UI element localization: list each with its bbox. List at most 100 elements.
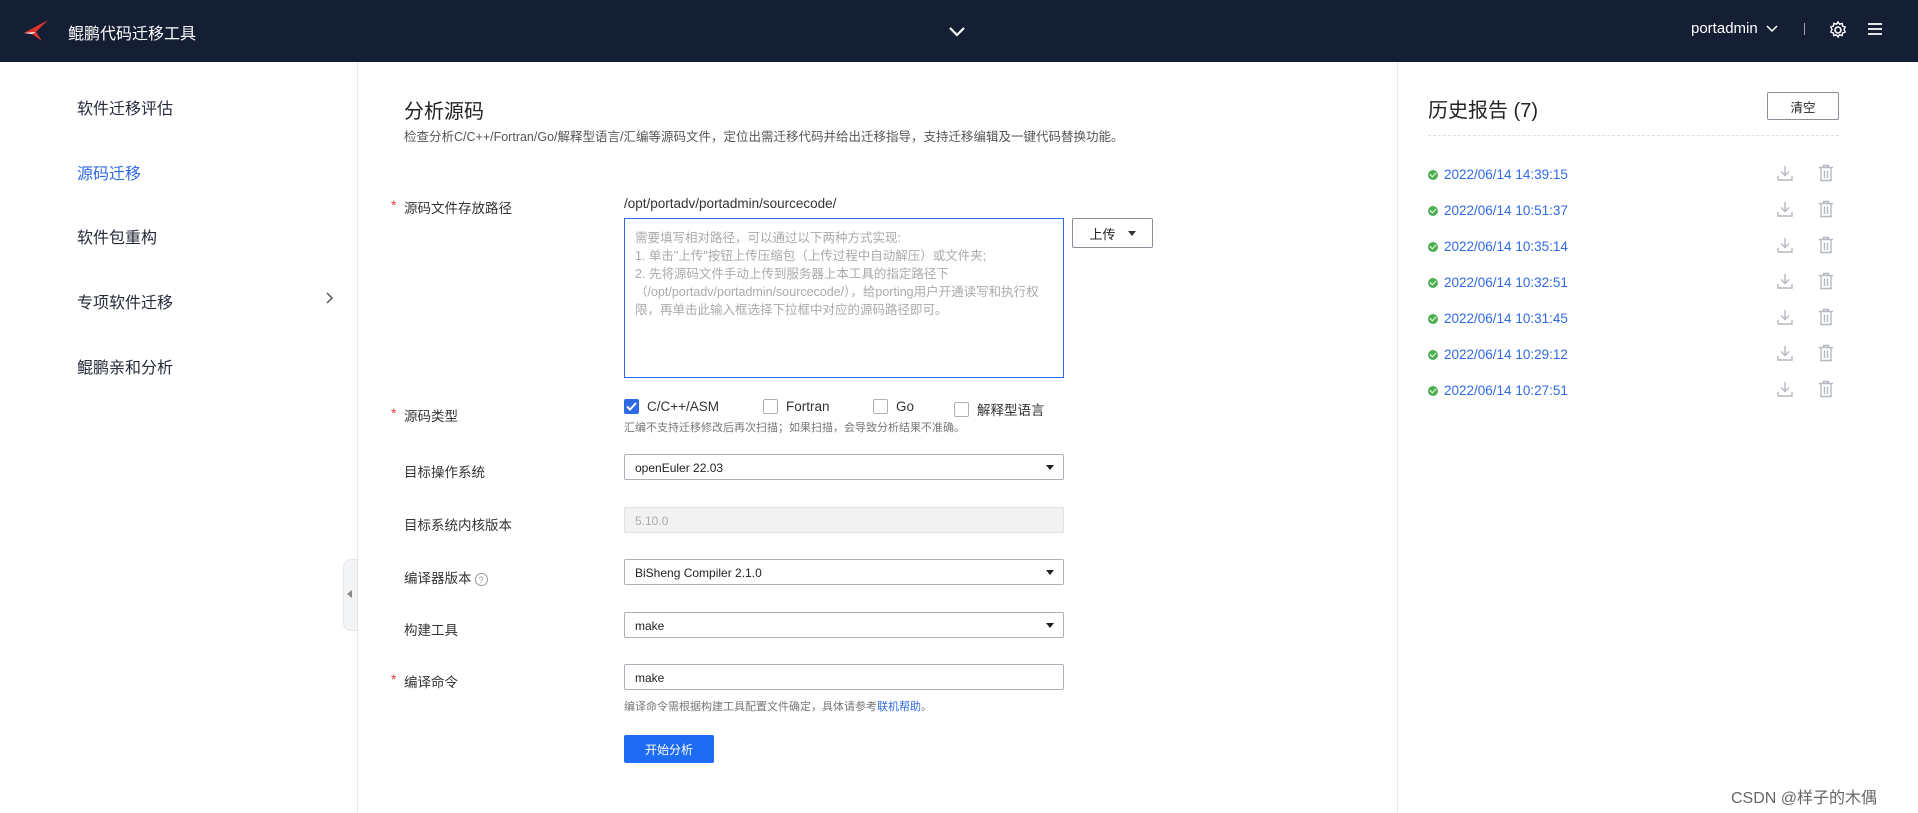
download-icon[interactable] xyxy=(1776,308,1794,326)
report-row: 2022/06/14 10:31:45 xyxy=(1428,308,1839,329)
compiler-value: BiSheng Compiler 2.1.0 xyxy=(635,566,762,580)
report-row: 2022/06/14 10:35:14 xyxy=(1428,236,1839,257)
success-icon xyxy=(1428,206,1438,216)
gear-icon[interactable] xyxy=(1829,21,1847,39)
source-type-label: 源码类型 xyxy=(404,409,458,424)
kunpeng-logo-icon xyxy=(24,20,48,41)
build-tool-label: 构建工具 xyxy=(404,623,458,638)
report-link[interactable]: 2022/06/14 10:35:14 xyxy=(1444,239,1568,254)
target-os-select[interactable]: openEuler 22.03 xyxy=(624,454,1064,480)
clear-history-button[interactable]: 清空 xyxy=(1767,92,1839,120)
help-question-icon[interactable]: ? xyxy=(474,572,488,586)
target-os-value: openEuler 22.03 xyxy=(635,461,724,475)
success-icon xyxy=(1428,350,1438,360)
app-title: 鲲鹏代码迁移工具 xyxy=(68,26,197,43)
report-link[interactable]: 2022/06/14 10:51:37 xyxy=(1444,203,1568,218)
delete-icon[interactable] xyxy=(1818,236,1834,254)
username: portadmin xyxy=(1691,20,1758,37)
success-icon xyxy=(1428,314,1438,324)
report-link[interactable]: 2022/06/14 10:31:45 xyxy=(1444,311,1568,326)
page-title: 分析源码 xyxy=(404,101,484,123)
checkbox-icon xyxy=(873,399,888,414)
checkbox-go[interactable]: Go xyxy=(873,399,914,414)
download-icon[interactable] xyxy=(1776,236,1794,254)
report-link[interactable]: 2022/06/14 10:27:51 xyxy=(1444,383,1568,398)
sidebar: 软件迁移评估 源码迁移 软件包重构 专项软件迁移 鲲鹏亲和分析 xyxy=(0,62,358,813)
chevron-down-icon xyxy=(1766,24,1778,32)
checkbox-interpreted[interactable]: 解释型语言 xyxy=(954,399,1045,419)
delete-icon[interactable] xyxy=(1818,344,1834,362)
checkbox-label: Fortran xyxy=(786,399,830,414)
delete-icon[interactable] xyxy=(1818,272,1834,290)
divider xyxy=(1428,135,1839,136)
report-row: 2022/06/14 10:27:51 xyxy=(1428,380,1839,401)
compiler-select[interactable]: BiSheng Compiler 2.1.0 xyxy=(624,559,1064,585)
required-mark: * xyxy=(391,671,397,687)
delete-icon[interactable] xyxy=(1818,380,1834,398)
sidebar-item-software-assessment[interactable]: 软件迁移评估 xyxy=(77,95,173,119)
report-link[interactable]: 2022/06/14 10:32:51 xyxy=(1444,275,1568,290)
report-row: 2022/06/14 10:29:12 xyxy=(1428,344,1839,365)
checkbox-icon xyxy=(954,401,969,417)
history-title: 历史报告 (7) xyxy=(1428,100,1538,122)
caret-down-icon xyxy=(1046,465,1054,470)
report-link[interactable]: 2022/06/14 14:39:15 xyxy=(1444,167,1568,182)
compiler-label: 编译器版本? xyxy=(404,567,488,587)
delete-icon[interactable] xyxy=(1818,308,1834,326)
checkbox-label: Go xyxy=(896,399,915,414)
build-tool-select[interactable]: make xyxy=(624,612,1064,638)
history-panel: 历史报告 (7) 清空 2022/06/14 14:39:15 2022/06/1… xyxy=(1397,62,1918,813)
sidebar-collapse-handle[interactable] xyxy=(343,559,357,631)
start-analysis-button[interactable]: 开始分析 xyxy=(624,735,714,763)
download-icon[interactable] xyxy=(1776,272,1794,290)
build-command-input[interactable]: make xyxy=(624,664,1064,690)
target-os-label: 目标操作系统 xyxy=(404,465,485,480)
chevron-down-icon[interactable] xyxy=(948,26,966,38)
success-icon xyxy=(1428,242,1438,252)
download-icon[interactable] xyxy=(1776,344,1794,362)
kernel-version-value: 5.10.0 xyxy=(635,514,669,528)
hamburger-menu-icon[interactable] xyxy=(1867,22,1883,36)
download-icon[interactable] xyxy=(1776,380,1794,398)
download-icon[interactable] xyxy=(1776,164,1794,182)
sidebar-item-package-rebuild[interactable]: 软件包重构 xyxy=(77,224,157,248)
source-path-label: 源码文件存放路径 xyxy=(404,201,512,216)
online-help-link[interactable]: 联机帮助 xyxy=(877,701,921,713)
required-mark: * xyxy=(391,197,397,213)
sidebar-item-affinity-analysis[interactable]: 鲲鹏亲和分析 xyxy=(77,354,173,378)
required-mark: * xyxy=(391,405,397,421)
report-link[interactable]: 2022/06/14 10:29:12 xyxy=(1444,347,1568,362)
caret-down-icon xyxy=(1046,623,1054,628)
build-command-label: 编译命令 xyxy=(404,675,458,690)
divider xyxy=(1804,23,1805,35)
kernel-version-input: 5.10.0 xyxy=(624,507,1064,533)
checkbox-fortran[interactable]: Fortran xyxy=(763,399,830,414)
success-icon xyxy=(1428,170,1438,180)
kernel-version-label: 目标系统内核版本 xyxy=(404,518,512,533)
sidebar-item-special-software[interactable]: 专项软件迁移 xyxy=(77,289,173,313)
checkbox-label: C/C++/ASM xyxy=(647,399,720,414)
checkbox-checked-icon xyxy=(624,399,639,414)
source-type-hint: 汇编不支持迁移修改后再次扫描；如果扫描，会导致分析结果不准确。 xyxy=(624,422,965,434)
source-path-input[interactable]: 需要填写相对路径，可以通过以下两种方式实现: 1. 单击"上传"按钮上传压缩包（… xyxy=(624,218,1064,378)
success-icon xyxy=(1428,386,1438,396)
source-base-path: /opt/portadv/portadmin/sourcecode/ xyxy=(624,196,837,211)
checkbox-c-cpp-asm[interactable]: C/C++/ASM xyxy=(624,399,719,414)
checkbox-icon xyxy=(763,399,778,414)
report-row: 2022/06/14 14:39:15 xyxy=(1428,164,1839,185)
hint-text: 编译命令需根据构建工具配置文件确定，具体请参考 xyxy=(624,701,877,713)
checkbox-label: 解释型语言 xyxy=(977,403,1045,418)
main-panel: 分析源码 检查分析C/C++/Fortran/Go/解释型语言/汇编等源码文件，… xyxy=(359,62,1397,813)
delete-icon[interactable] xyxy=(1818,164,1834,182)
chevron-right-icon xyxy=(326,292,334,304)
compiler-label-text: 编译器版本 xyxy=(404,571,472,586)
download-icon[interactable] xyxy=(1776,200,1794,218)
sidebar-item-source-migration[interactable]: 源码迁移 xyxy=(77,160,141,184)
delete-icon[interactable] xyxy=(1818,200,1834,218)
build-tool-value: make xyxy=(635,619,665,633)
success-icon xyxy=(1428,278,1438,288)
report-row: 2022/06/14 10:32:51 xyxy=(1428,272,1839,293)
user-menu[interactable]: portadmin xyxy=(1691,20,1778,37)
upload-button[interactable]: 上传 xyxy=(1072,218,1153,248)
caret-down-icon xyxy=(1127,230,1136,236)
